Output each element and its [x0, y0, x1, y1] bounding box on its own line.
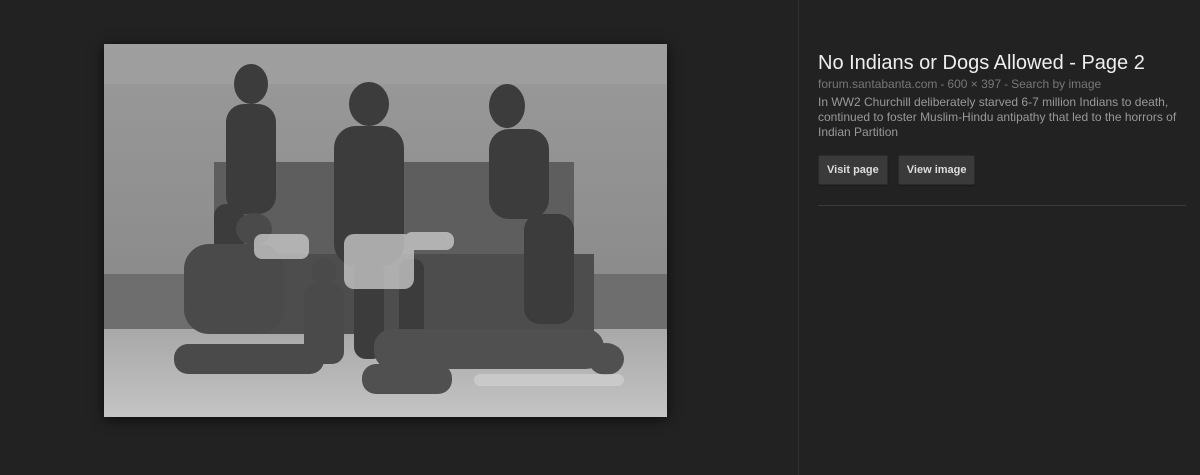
- image-info-panel: No Indians or Dogs Allowed - Page 2 foru…: [818, 50, 1190, 206]
- search-by-image-link[interactable]: Search by image: [1011, 77, 1101, 91]
- view-image-button[interactable]: View image: [897, 155, 976, 185]
- result-title[interactable]: No Indians or Dogs Allowed - Page 2: [818, 50, 1190, 76]
- preview-image-graphic: [104, 44, 667, 417]
- image-viewer-panel: No Indians or Dogs Allowed - Page 2 foru…: [0, 0, 1200, 475]
- result-dimensions: 600 × 397: [947, 77, 1002, 91]
- meta-separator: -: [940, 77, 945, 91]
- result-description: In WW2 Churchill deliberately starved 6-…: [818, 95, 1177, 139]
- visit-page-button[interactable]: Visit page: [818, 155, 888, 185]
- info-divider: [818, 205, 1186, 206]
- image-preview-area: [0, 0, 798, 475]
- preview-image[interactable]: [104, 44, 667, 417]
- result-source[interactable]: forum.santabanta.com: [818, 77, 937, 91]
- action-buttons: Visit page View image: [818, 155, 1190, 185]
- meta-separator: -: [1004, 77, 1009, 91]
- panel-divider: [798, 0, 799, 475]
- result-meta: forum.santabanta.com -600 × 397- Search by…: [818, 76, 1190, 92]
